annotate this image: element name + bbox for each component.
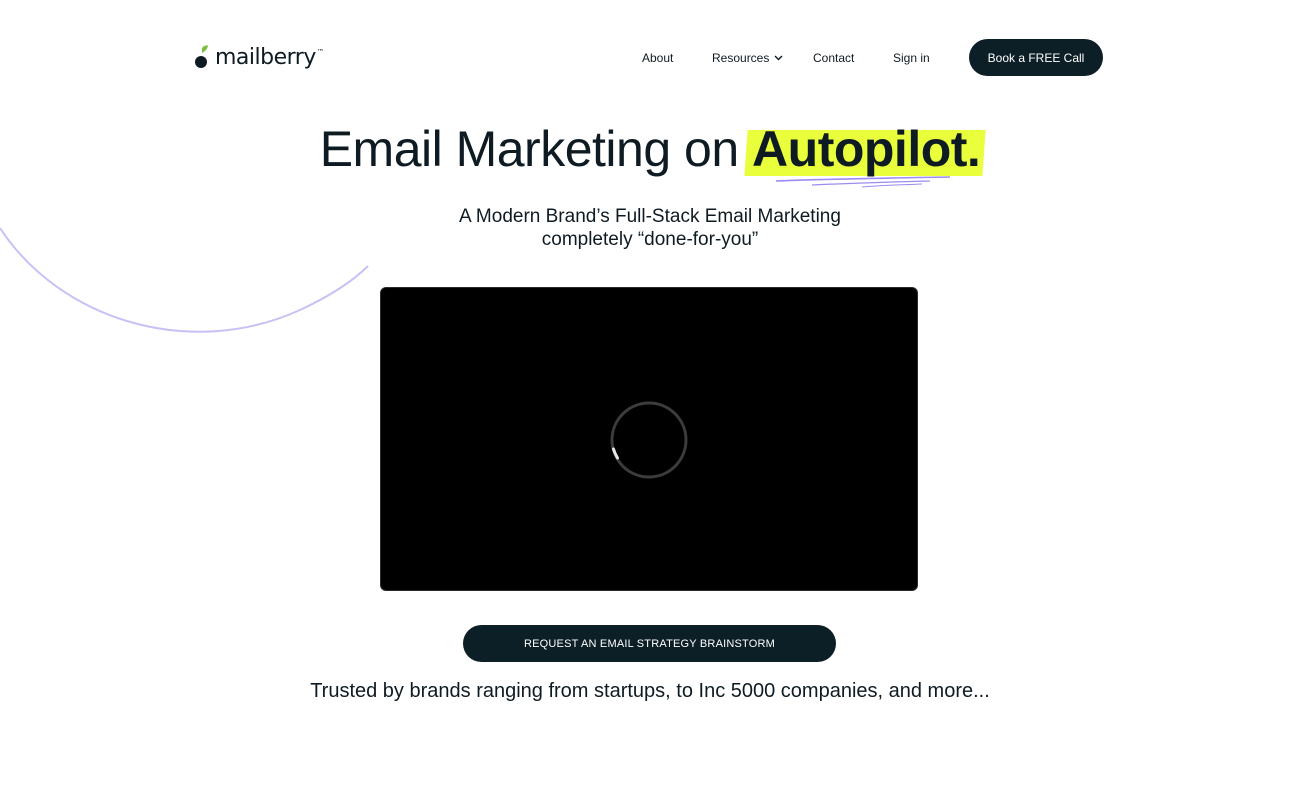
loading-spinner-icon xyxy=(610,401,688,479)
hero-subtitle: A Modern Brand’s Full-Stack Email Market… xyxy=(0,205,1300,251)
video-player[interactable] xyxy=(380,287,918,591)
hero-title-highlight: Autopilot. xyxy=(752,121,981,177)
nav-sign-in[interactable]: Sign in xyxy=(893,50,930,66)
nav-resources[interactable]: Resources xyxy=(712,50,783,66)
landing-page: mailberry ™ About Resources Contact Sign… xyxy=(0,0,1300,788)
underline-scribble xyxy=(775,176,951,188)
berry-leaf-icon xyxy=(195,45,208,68)
brand-name: mailberry xyxy=(215,45,316,70)
hero-subtitle-line-2: completely “done-for-you” xyxy=(541,229,759,250)
hero-title: Email Marketing on Autopilot. xyxy=(0,120,1300,178)
chevron-down-icon xyxy=(774,55,783,61)
nav-resources-label: Resources xyxy=(712,51,770,65)
trademark-symbol: ™ xyxy=(316,48,324,56)
brand-logo[interactable]: mailberry ™ xyxy=(195,43,324,73)
nav-about[interactable]: About xyxy=(642,50,673,66)
hero-title-prefix: Email Marketing on xyxy=(319,121,753,177)
hero-subtitle-line-1: A Modern Brand’s Full-Stack Email Market… xyxy=(459,206,841,227)
trusted-by-text: Trusted by brands ranging from startups,… xyxy=(310,680,990,702)
book-free-call-button[interactable]: Book a FREE Call xyxy=(969,39,1103,76)
nav-contact[interactable]: Contact xyxy=(813,50,854,66)
request-brainstorm-button[interactable]: REQUEST AN EMAIL STRATEGY BRAINSTORM xyxy=(463,625,836,662)
